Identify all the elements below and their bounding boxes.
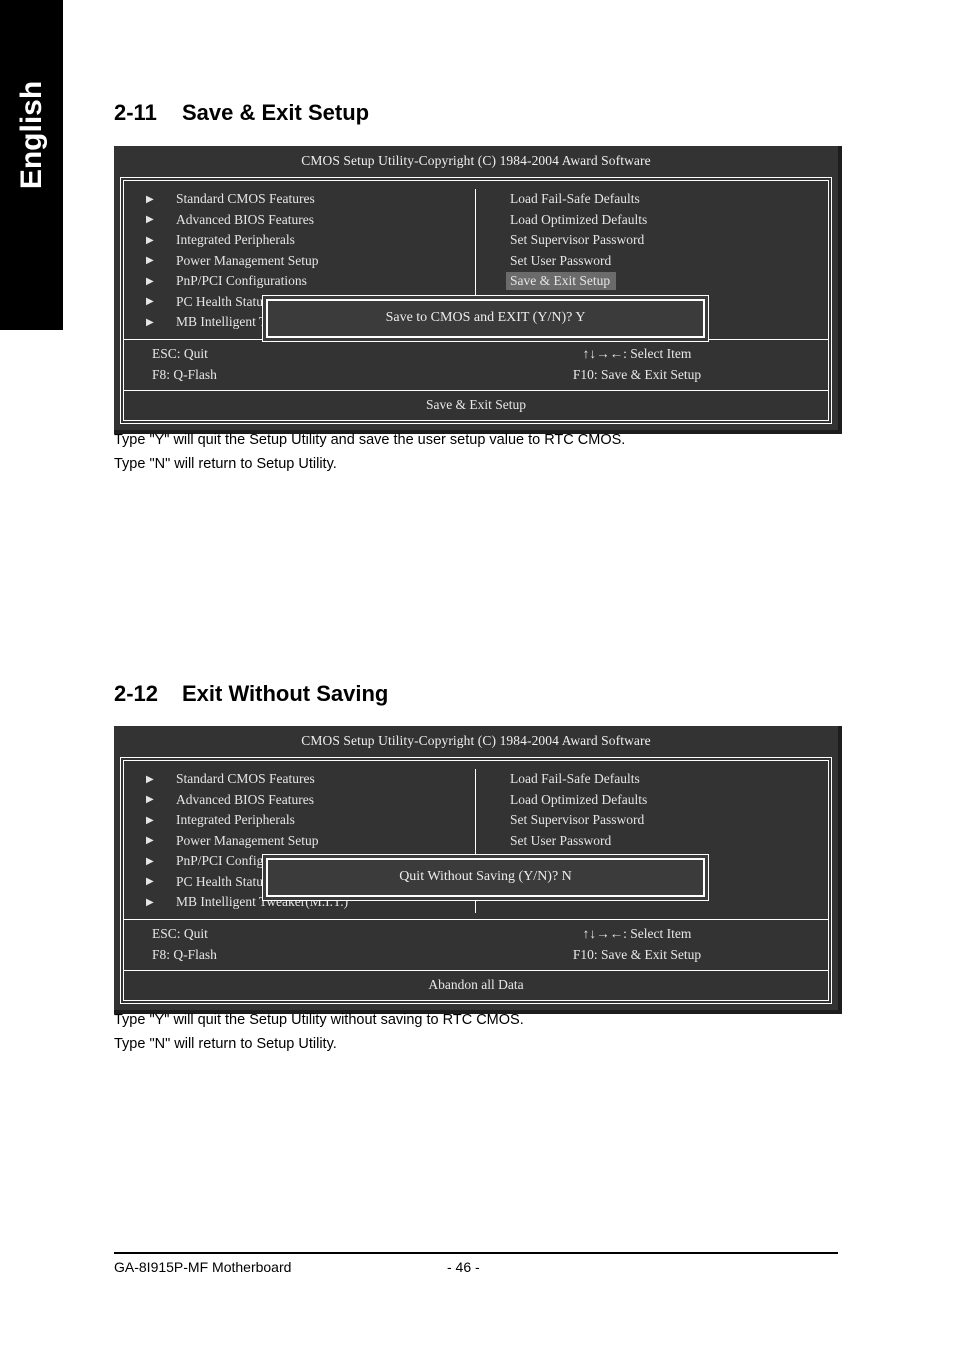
- menu-item[interactable]: Set User Password: [510, 831, 828, 852]
- key-help-f10-save-exit: F10: Save & Exit Setup: [572, 367, 702, 382]
- menu-item-label: Load Fail-Safe Defaults: [510, 191, 640, 207]
- description-exit-without-saving-line-1: Type "Y" will quit the Setup Utility wit…: [114, 1012, 524, 1028]
- bullet-arrow-icon: ▶: [146, 214, 154, 226]
- confirm-dialog-message: Quit Without Saving (Y/N)? N: [266, 858, 705, 897]
- menu-item[interactable]: ▶ PnP/PCI Configurations: [146, 271, 475, 292]
- key-help-row: ESC: Quit ↑↓→←: Select Item: [124, 344, 828, 365]
- menu-item-label: Power Management Setup: [176, 252, 319, 268]
- menu-item-label: Power Management Setup: [176, 832, 319, 848]
- menu-item[interactable]: Set Supervisor Password: [510, 230, 828, 251]
- menu-item-label: Set User Password: [510, 252, 612, 268]
- menu-item-label: Standard CMOS Features: [176, 771, 315, 787]
- menu-item[interactable]: ▶ Integrated Peripherals: [146, 810, 475, 831]
- menu-item-label: Set Supervisor Password: [510, 812, 645, 828]
- bullet-arrow-icon: ▶: [146, 773, 154, 785]
- bios-menu-area: ▶ Standard CMOS Features ▶ Advanced BIOS F…: [124, 761, 828, 919]
- menu-item[interactable]: ▶ Standard CMOS Features: [146, 769, 475, 790]
- menu-item-label: Set Supervisor Password: [510, 232, 645, 248]
- bullet-arrow-icon: ▶: [146, 234, 154, 246]
- bios-status-bar: Abandon all Data: [124, 969, 828, 1000]
- menu-item[interactable]: ▶ Power Management Setup: [146, 831, 475, 852]
- bios-status-bar: Save & Exit Setup: [124, 389, 828, 420]
- footer-page-number: - 46 -: [447, 1259, 480, 1275]
- bullet-arrow-icon: ▶: [146, 876, 154, 888]
- bios-inner-frame: ▶ Standard CMOS Features ▶ Advanced BIOS F…: [123, 760, 829, 1001]
- key-help-row: F8: Q-Flash F10: Save & Exit Setup: [124, 945, 828, 966]
- menu-item-label: Advanced BIOS Features: [176, 211, 314, 227]
- footer-product-name: GA-8I915P-MF Motherboard: [114, 1259, 292, 1275]
- bios-screen-exit-without-saving: CMOS Setup Utility-Copyright (C) 1984-20…: [114, 726, 842, 1014]
- language-tab-label: English: [14, 80, 48, 190]
- bios-title-bar: CMOS Setup Utility-Copyright (C) 1984-20…: [301, 153, 651, 168]
- bullet-arrow-icon: ▶: [146, 255, 154, 267]
- section-number: 2-12: [114, 681, 159, 706]
- menu-item-label: Load Optimized Defaults: [510, 211, 648, 227]
- bios-key-help-area: ESC: Quit ↑↓→←: Select Item F8: Q-Flash …: [124, 918, 828, 970]
- menu-item-label: Set User Password: [510, 832, 612, 848]
- key-help-row: ESC: Quit ↑↓→←: Select Item: [124, 924, 828, 945]
- bullet-arrow-icon: ▶: [146, 855, 154, 867]
- menu-item[interactable]: Set User Password: [510, 251, 828, 272]
- bullet-arrow-icon: ▶: [146, 316, 154, 328]
- menu-item[interactable]: Load Fail-Safe Defaults: [510, 769, 828, 790]
- key-help-row: F8: Q-Flash F10: Save & Exit Setup: [124, 365, 828, 386]
- menu-item[interactable]: Load Fail-Safe Defaults: [510, 189, 828, 210]
- confirm-dialog-message: Save to CMOS and EXIT (Y/N)? Y: [266, 299, 705, 338]
- confirm-dialog-save-exit: Save to CMOS and EXIT (Y/N)? Y: [262, 295, 709, 342]
- bullet-arrow-icon: ▶: [146, 896, 154, 908]
- bullet-arrow-icon: ▶: [146, 193, 154, 205]
- menu-item-label: Load Optimized Defaults: [510, 791, 648, 807]
- menu-item[interactable]: ▶ Advanced BIOS Features: [146, 790, 475, 811]
- description-save-exit-line-2: Type "N" will return to Setup Utility.: [114, 456, 337, 472]
- bios-outer-frame: ▶ Standard CMOS Features ▶ Advanced BIOS F…: [120, 177, 832, 424]
- language-tab-english: English: [0, 0, 63, 330]
- menu-item-label: PnP/PCI Configurations: [176, 273, 307, 289]
- menu-item[interactable]: ▶ Advanced BIOS Features: [146, 210, 475, 231]
- description-save-exit-line-1: Type "Y" will quit the Setup Utility and…: [114, 432, 626, 448]
- bios-outer-frame: ▶ Standard CMOS Features ▶ Advanced BIOS F…: [120, 757, 832, 1004]
- menu-item-label: PC Health Status: [176, 873, 269, 889]
- key-help-f10-save-exit: F10: Save & Exit Setup: [572, 947, 702, 962]
- key-help-f8-qflash: F8: Q-Flash: [152, 947, 217, 962]
- menu-item-label: Integrated Peripherals: [176, 812, 295, 828]
- bullet-arrow-icon: ▶: [146, 794, 154, 806]
- menu-item[interactable]: ▶ Integrated Peripherals: [146, 230, 475, 251]
- menu-item[interactable]: Load Optimized Defaults: [510, 790, 828, 811]
- footer-divider: [114, 1252, 838, 1254]
- description-exit-without-saving-line-2: Type "N" will return to Setup Utility.: [114, 1036, 337, 1052]
- bullet-arrow-icon: ▶: [146, 296, 154, 308]
- section-number: 2-11: [114, 100, 157, 125]
- key-help-select-item: ↑↓→←: Select Item: [582, 346, 692, 361]
- menu-item[interactable]: Load Optimized Defaults: [510, 210, 828, 231]
- bullet-arrow-icon: ▶: [146, 814, 154, 826]
- section-title: Save & Exit Setup: [182, 100, 370, 125]
- menu-item-label: Load Fail-Safe Defaults: [510, 771, 640, 787]
- bios-inner-frame: ▶ Standard CMOS Features ▶ Advanced BIOS F…: [123, 180, 829, 421]
- bios-menu-area: ▶ Standard CMOS Features ▶ Advanced BIOS F…: [124, 181, 828, 342]
- menu-item-label: Save & Exit Setup: [506, 272, 617, 291]
- section-title: Exit Without Saving: [182, 681, 389, 706]
- menu-item[interactable]: Set Supervisor Password: [510, 810, 828, 831]
- bios-key-help-area: ESC: Quit ↑↓→←: Select Item F8: Q-Flash …: [124, 338, 828, 390]
- bullet-arrow-icon: ▶: [146, 275, 154, 287]
- key-help-esc-quit: ESC: Quit: [152, 926, 208, 941]
- menu-item-label: Integrated Peripherals: [176, 232, 295, 248]
- menu-item-label: PC Health Status: [176, 293, 269, 309]
- menu-item-label: Advanced BIOS Features: [176, 791, 314, 807]
- bios-title-bar: CMOS Setup Utility-Copyright (C) 1984-20…: [301, 733, 651, 748]
- bios-screen-save-exit-setup: CMOS Setup Utility-Copyright (C) 1984-20…: [114, 146, 842, 434]
- page-title-exit-without-saving: 2-12 Exit Without Saving: [114, 681, 388, 707]
- menu-item-selected[interactable]: Save & Exit Setup: [506, 271, 828, 292]
- key-help-esc-quit: ESC: Quit: [152, 346, 208, 361]
- key-help-select-item: ↑↓→←: Select Item: [582, 926, 692, 941]
- menu-item-label: Standard CMOS Features: [176, 191, 315, 207]
- page-title-save-exit-setup: 2-11 Save & Exit Setup: [114, 100, 369, 126]
- menu-item[interactable]: ▶ Standard CMOS Features: [146, 189, 475, 210]
- bullet-arrow-icon: ▶: [146, 835, 154, 847]
- menu-item[interactable]: ▶ Power Management Setup: [146, 251, 475, 272]
- confirm-dialog-quit-without-saving: Quit Without Saving (Y/N)? N: [262, 854, 709, 901]
- key-help-f8-qflash: F8: Q-Flash: [152, 367, 217, 382]
